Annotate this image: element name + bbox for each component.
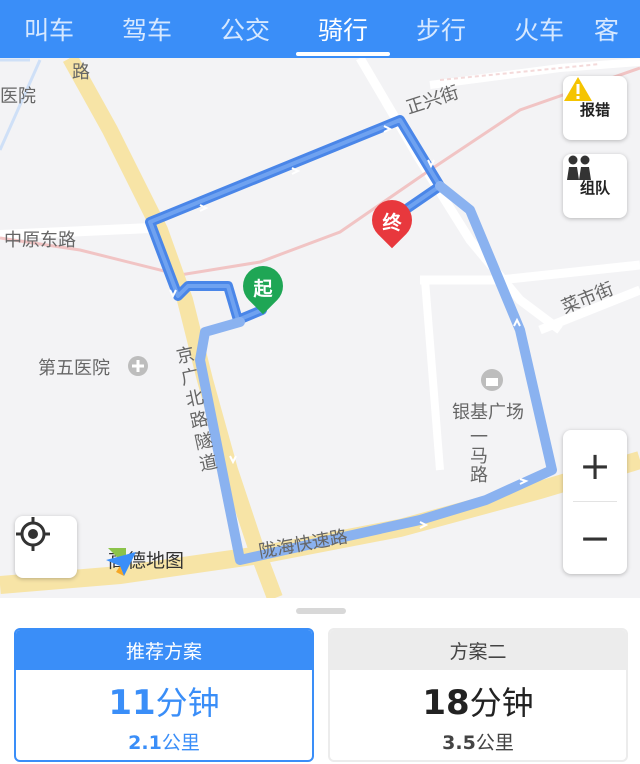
plan-minutes: 11	[108, 683, 156, 723]
tab-coach[interactable]: 客	[588, 0, 640, 58]
report-error-button[interactable]: 报错	[563, 76, 627, 140]
plan-minutes-unit: 分钟	[469, 684, 534, 722]
plan-duration: 11分钟	[16, 678, 312, 724]
tab-drive[interactable]: 驾车	[98, 0, 196, 58]
poi-label-fifth-hospital: 第五医院	[38, 358, 110, 379]
plan-minutes-unit: 分钟	[155, 684, 220, 722]
tab-train[interactable]: 火车	[490, 0, 588, 58]
zoom-control: + −	[563, 430, 627, 574]
plan-distance-unit: 公里	[475, 732, 514, 754]
locate-button[interactable]	[15, 516, 77, 578]
plan-minutes: 18	[422, 683, 470, 723]
end-pin[interactable]: 终	[363, 191, 421, 256]
tab-cycling[interactable]: 骑行	[294, 0, 392, 58]
tab-label: 火车	[513, 16, 564, 45]
plan-distance-unit: 公里	[161, 732, 200, 754]
plan-duration: 18分钟	[330, 678, 626, 724]
plan-distance: 3.5公里	[330, 728, 626, 755]
tab-label: 骑行	[317, 16, 368, 45]
plan-distance-value: 2.1	[128, 732, 162, 754]
zoom-in-button[interactable]: +	[563, 430, 627, 501]
group-button[interactable]: 组队	[563, 154, 627, 218]
poi-label-yinji: 银基广场	[452, 402, 524, 423]
street-label-zhongyuan: 中原东路	[4, 230, 76, 251]
plan-distance-value: 3.5	[442, 732, 476, 754]
plan-card-second[interactable]: 方案二 18分钟 3.5公里	[328, 628, 628, 762]
tab-label: 客	[594, 16, 620, 45]
tab-label: 叫车	[23, 16, 74, 45]
group-icon	[567, 155, 591, 180]
amap-logo-icon	[106, 548, 136, 576]
tab-label: 驾车	[121, 16, 172, 45]
warning-icon	[564, 77, 592, 101]
plan-distance: 2.1公里	[16, 728, 312, 755]
start-pin[interactable]: 起	[234, 257, 292, 322]
map-view[interactable]: 路 医院 正兴街 中原东路 菜市街 第五医院 银基广场 一马路 京广北路隧道 陇…	[0, 58, 640, 598]
plan-title: 方案二	[330, 630, 626, 670]
tab-taxi[interactable]: 叫车	[0, 0, 98, 58]
plan-title: 推荐方案	[16, 630, 312, 670]
hospital-label: 医院	[0, 86, 36, 107]
brand-logo: 高德地图	[104, 546, 184, 576]
tab-bus[interactable]: 公交	[196, 0, 294, 58]
end-pin-label: 终	[382, 212, 402, 234]
tab-walk[interactable]: 步行	[392, 0, 490, 58]
street-label-yima: 一马路	[470, 427, 488, 486]
transport-tabs: 叫车 驾车 公交 骑行 步行 火车 客	[0, 0, 640, 58]
start-pin-label: 起	[253, 278, 273, 300]
zoom-out-button[interactable]: −	[563, 502, 627, 573]
route-plans-sheet: 推荐方案 11分钟 2.1公里 方案二 18分钟 3.5公里	[0, 598, 640, 764]
tab-label: 步行	[415, 16, 466, 45]
plan-card-recommended[interactable]: 推荐方案 11分钟 2.1公里	[14, 628, 314, 762]
drag-handle[interactable]	[296, 608, 346, 614]
map-canvas	[0, 58, 640, 598]
crosshair-icon	[16, 517, 50, 551]
road-label: 路	[72, 62, 90, 83]
tab-label: 公交	[219, 16, 270, 45]
